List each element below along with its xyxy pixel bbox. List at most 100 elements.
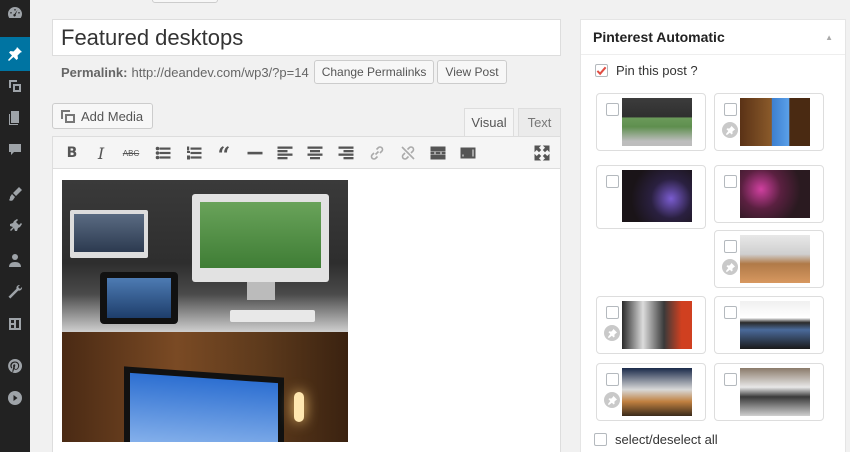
- panel-title: Pinterest Automatic: [593, 29, 725, 45]
- thumbnail-image: [740, 235, 810, 283]
- unlink-icon: [401, 146, 415, 160]
- imac: [192, 194, 329, 300]
- editor-toolbar: B I ABC “: [53, 137, 560, 169]
- thumbnail-image: [740, 368, 810, 416]
- checkmark-icon: [596, 66, 607, 76]
- align-left-button[interactable]: [276, 144, 294, 162]
- blockquote-button[interactable]: “: [215, 144, 233, 167]
- permalink-row: Permalink: http://deandev.com/wp3/?p=14 …: [61, 60, 508, 84]
- align-center-button[interactable]: [306, 144, 324, 162]
- appearance-icon[interactable]: [0, 177, 30, 211]
- remove-link-button[interactable]: [399, 144, 417, 162]
- change-permalinks-button[interactable]: Change Permalinks: [313, 60, 435, 84]
- select-all-checkbox[interactable]: [594, 433, 607, 446]
- align-center-icon: [307, 146, 323, 160]
- thumbnail-option[interactable]: [714, 363, 824, 421]
- thumbnail-option[interactable]: [714, 296, 824, 354]
- thumbnail-checkbox[interactable]: [724, 240, 737, 253]
- select-all-label: select/deselect all: [615, 432, 718, 447]
- thumbnail-checkbox[interactable]: [724, 103, 737, 116]
- keyboard: [230, 310, 315, 322]
- horizontal-line-button[interactable]: [246, 144, 264, 162]
- pinterest-icon[interactable]: [0, 349, 30, 383]
- plugins-icon[interactable]: [0, 209, 30, 243]
- link-icon: [370, 146, 384, 160]
- dashboard-icon[interactable]: [0, 0, 30, 30]
- thumbnail-image: [740, 98, 810, 146]
- panel-header[interactable]: Pinterest Automatic ▲: [581, 20, 845, 55]
- pinned-badge-icon: [604, 325, 620, 341]
- desktop-photo-2[interactable]: [62, 332, 348, 442]
- thumbnail-image: [740, 170, 810, 218]
- align-right-icon: [338, 146, 354, 160]
- insert-link-button[interactable]: [368, 144, 386, 162]
- numbered-list-icon: [187, 146, 202, 160]
- play-icon[interactable]: [0, 381, 30, 415]
- thumbnail-option[interactable]: [596, 165, 706, 229]
- pinned-badge-icon: [604, 392, 620, 408]
- settings-icon[interactable]: [0, 307, 30, 341]
- pin-this-post-row[interactable]: Pin this post ?: [595, 63, 698, 78]
- post-title-input[interactable]: Featured desktops: [52, 19, 561, 56]
- permalink-label: Permalink:: [61, 64, 128, 80]
- collapse-arrow-icon[interactable]: ▲: [825, 33, 833, 42]
- align-left-icon: [277, 146, 293, 160]
- thumbnail-option[interactable]: [714, 230, 824, 288]
- thumbnail-image: [622, 301, 692, 349]
- thumbnail-checkbox[interactable]: [724, 306, 737, 319]
- read-more-icon: [430, 146, 446, 160]
- pinned-badge-icon: [722, 259, 738, 275]
- add-media-button[interactable]: Add Media: [52, 103, 154, 129]
- thumbnail-image: [622, 98, 692, 146]
- tab-visual[interactable]: Visual: [464, 108, 514, 136]
- align-right-button[interactable]: [337, 144, 355, 162]
- toolbar-toggle-button[interactable]: [459, 144, 477, 162]
- tools-icon[interactable]: [0, 275, 30, 309]
- desktop-photo-1[interactable]: [62, 180, 348, 332]
- media-icon[interactable]: [0, 69, 30, 103]
- admin-sidebar: [0, 0, 30, 452]
- thumbnail-image: [740, 301, 810, 349]
- lamp: [294, 392, 304, 422]
- thumbnail-option[interactable]: [596, 296, 706, 354]
- thumbnail-option[interactable]: [596, 363, 706, 421]
- thumbnail-checkbox[interactable]: [724, 373, 737, 386]
- top-button[interactable]: [152, 0, 218, 3]
- editor-content[interactable]: [53, 170, 560, 452]
- comments-icon[interactable]: [0, 133, 30, 167]
- thumbnail-image: [622, 170, 692, 222]
- pin-this-post-checkbox[interactable]: [595, 64, 608, 77]
- thumbnail-checkbox[interactable]: [606, 103, 619, 116]
- select-all-row[interactable]: select/deselect all: [594, 432, 718, 447]
- thumbnail-checkbox[interactable]: [606, 373, 619, 386]
- fullscreen-button[interactable]: [533, 144, 551, 162]
- numbered-list-button[interactable]: [185, 144, 203, 162]
- thumbnail-image: [622, 368, 692, 416]
- horizontal-line-icon: [247, 151, 263, 155]
- thumbnail-option[interactable]: [714, 93, 824, 151]
- pin-icon[interactable]: [0, 37, 30, 71]
- pinterest-automatic-panel: Pinterest Automatic ▲ Pin this post ? se…: [580, 19, 846, 452]
- add-media-label: Add Media: [81, 108, 144, 124]
- thumbnail-option[interactable]: [714, 165, 824, 223]
- tab-text[interactable]: Text: [518, 108, 561, 136]
- view-post-button[interactable]: View Post: [437, 60, 507, 84]
- thumbnail-checkbox[interactable]: [606, 175, 619, 188]
- italic-button[interactable]: I: [92, 144, 110, 163]
- tablet: [100, 272, 178, 324]
- thumbnail-checkbox[interactable]: [606, 306, 619, 319]
- bold-button[interactable]: B: [63, 144, 81, 162]
- monitor: [124, 366, 284, 442]
- keyboard-icon: [460, 147, 476, 159]
- bulleted-list-button[interactable]: [154, 144, 172, 162]
- users-icon[interactable]: [0, 243, 30, 277]
- permalink-url[interactable]: http://deandev.com/wp3/?p=14: [131, 65, 308, 80]
- thumbnail-checkbox[interactable]: [724, 175, 737, 188]
- read-more-button[interactable]: [429, 144, 447, 162]
- pages-icon[interactable]: [0, 101, 30, 135]
- strikethrough-button[interactable]: ABC: [122, 144, 140, 162]
- thumbnail-option[interactable]: [596, 93, 706, 151]
- pin-this-post-label: Pin this post ?: [616, 63, 698, 78]
- pinned-badge-icon: [722, 122, 738, 138]
- bulleted-list-icon: [155, 146, 171, 160]
